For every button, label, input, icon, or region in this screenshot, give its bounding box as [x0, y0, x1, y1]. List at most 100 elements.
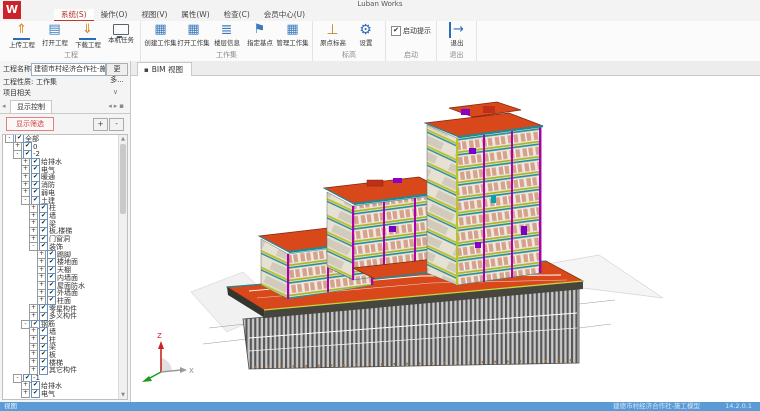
ribbon-group-label: 工程 — [5, 50, 137, 61]
tree-expander-icon[interactable]: + — [21, 389, 30, 398]
menu-tab[interactable]: 属性(W) — [174, 9, 216, 21]
ribbon-button-label: 打开工程 — [42, 38, 68, 47]
model-tree-box: -全部+0--2+给排水+电气+暖通+消防+弱电-土建+柱+墙+梁+板,楼梯+门… — [2, 134, 128, 400]
ribbon-button-layers[interactable]: 楼层信息 — [210, 21, 243, 48]
more-button[interactable]: 更多... — [106, 63, 128, 76]
project-type-label: 工程性质: — [3, 77, 33, 87]
ribbon-group: 上传工程打开工程下载工程本机任务工程 — [2, 21, 141, 61]
ribbon-button-workset-new[interactable]: 创建工作集 — [144, 21, 177, 48]
scroll-down-icon[interactable]: ▼ — [119, 391, 127, 399]
project-name-label: 工程名称: — [3, 64, 33, 74]
ribbon-button-label: 管理工作集 — [276, 38, 308, 47]
ribbon-group-label: 工作集 — [144, 50, 309, 61]
menu-tab[interactable]: 视图(V) — [134, 9, 174, 21]
project-type-value: 工作集 — [36, 77, 57, 87]
tree-item[interactable]: + 电气 — [3, 390, 127, 398]
menu-tab[interactable]: 会员中心(U) — [257, 9, 312, 21]
status-project: 建德市村经济合作社-施工模型 — [613, 402, 700, 411]
ribbon-button-gear[interactable]: 设置 — [349, 21, 382, 48]
computer-icon — [113, 24, 129, 35]
model-tree: -全部+0--2+给排水+电气+暖通+消防+弱电-土建+柱+墙+梁+板,楼梯+门… — [3, 135, 127, 397]
left-panel: 工程名称: 建德市村经济合作社-施工模型 ▾ 更多... 工程性质: 工作集 项… — [0, 61, 131, 402]
tree-label: 其它构件 — [49, 365, 77, 375]
scrollbar-thumb[interactable] — [120, 144, 126, 214]
upload-icon — [13, 22, 30, 40]
open-doc-icon — [48, 22, 60, 38]
ribbon-group-label: 标高 — [316, 50, 382, 61]
bim-model-canvas[interactable]: Z X — [131, 76, 760, 402]
tree-item[interactable]: +墙 — [3, 212, 127, 220]
ribbon-button-label: 下载工程 — [75, 40, 101, 49]
ribbon-button-download[interactable]: 下载工程 — [71, 21, 104, 50]
menu-tabs: 系统(S)操作(O)视图(V)属性(W)检查(C)会员中心(U) — [0, 9, 760, 21]
ribbon-button-upload[interactable]: 上传工程 — [5, 21, 38, 50]
ribbon-button-label: 楼层信息 — [214, 38, 240, 47]
window-title: Luban Works — [0, 0, 760, 9]
viewport-tabstrip: ▪BIM 视图 — [131, 61, 760, 76]
cube-icon: ▪ — [144, 66, 149, 74]
exit-icon — [449, 22, 464, 38]
ribbon-button-workset-open[interactable]: 打开工作集 — [177, 21, 210, 48]
collapse-panel-icon[interactable]: ◂ — [2, 102, 6, 110]
ribbon-button-label: 原点标高 — [320, 38, 346, 47]
axis-x-label: X — [189, 367, 194, 375]
tree-scrollbar[interactable]: ▲ ▼ — [118, 135, 127, 399]
tree-item[interactable]: -土建 — [3, 197, 127, 205]
ribbon-button-computer[interactable]: 本机任务 — [104, 21, 137, 45]
tree-item[interactable]: +板 — [3, 351, 127, 359]
project-name-select[interactable]: 建德市村经济合作社-施工模型 ▾ — [31, 63, 106, 76]
menu-tab[interactable]: 操作(O) — [94, 9, 135, 21]
dropdown-arrow-icon: ▾ — [100, 64, 104, 75]
gear-icon — [359, 22, 372, 38]
workset-new-icon — [154, 22, 166, 38]
tree-item[interactable]: +柱 — [3, 204, 127, 212]
startup-tip-checkbox[interactable]: 启动提示 — [391, 26, 431, 36]
axis-triad: Z X — [142, 332, 194, 382]
menu-tab[interactable]: 系统(S) — [54, 9, 94, 21]
checkbox-icon — [391, 26, 401, 36]
tree-collapse-all-button[interactable]: - — [109, 118, 124, 131]
tree-expand-all-button[interactable]: + — [93, 118, 108, 131]
ribbon-button-label: 创建工作集 — [144, 38, 176, 47]
tree-checkbox[interactable] — [39, 366, 48, 375]
plumb-icon — [326, 22, 338, 38]
menu-tab[interactable]: 检查(C) — [217, 9, 257, 21]
ribbon-button-open-doc[interactable]: 打开工程 — [38, 21, 71, 48]
ribbon-button-label: 指定基点 — [247, 38, 273, 47]
ribbon-button-label: 上传工程 — [9, 40, 35, 49]
tab-pager-icons[interactable]: ◂▸▪ — [108, 102, 126, 110]
ribbon-group: 创建工作集打开工作集楼层信息指定基点管理工作集工作集 — [141, 21, 313, 61]
tree-item[interactable]: +墙 — [3, 328, 127, 336]
ribbon-group-label: 退出 — [440, 50, 473, 61]
luban-logo: W — [3, 1, 21, 19]
chevron-down-icon[interactable]: ∨ — [113, 88, 118, 96]
ribbon-button-label: 本机任务 — [108, 35, 134, 44]
ribbon-button-plumb[interactable]: 原点标高 — [316, 21, 349, 48]
ribbon-button-label: 设置 — [359, 38, 372, 47]
tree-item[interactable]: +柱 — [3, 336, 127, 344]
tree-label: 电气 — [41, 389, 55, 399]
display-filter-button[interactable]: 显示筛选 — [6, 117, 54, 131]
status-left: 视图 — [4, 402, 17, 411]
workset-open-icon — [187, 22, 199, 38]
workset-manage-icon — [286, 22, 298, 38]
tab-bim-view[interactable]: ▪BIM 视图 — [137, 62, 192, 76]
layers-icon — [221, 22, 233, 38]
tree-item[interactable]: +门窗洞 — [3, 235, 127, 243]
download-icon — [79, 22, 96, 40]
ribbon-button-label: 退出 — [450, 38, 463, 47]
ribbon-button-flag[interactable]: 指定基点 — [243, 21, 276, 48]
bim-3d-viewport[interactable]: Z X — [131, 76, 760, 402]
ribbon-button-exit[interactable]: 退出 — [440, 21, 473, 48]
tree-item[interactable]: +梁 — [3, 343, 127, 351]
ribbon-group: 退出退出 — [437, 21, 477, 61]
scroll-up-icon[interactable]: ▲ — [119, 135, 127, 143]
section-project-related[interactable]: 项目相关 — [3, 88, 31, 98]
tree-item[interactable]: -钢筋 — [3, 320, 127, 328]
axis-z-label: Z — [157, 332, 162, 340]
panel-tabstrip: ◂ 显示控制 ◂▸▪ — [0, 100, 130, 114]
tab-display-control[interactable]: 显示控制 — [10, 100, 52, 113]
ribbon-group: 启动提示启动 — [386, 21, 437, 61]
ribbon-button-workset-manage[interactable]: 管理工作集 — [276, 21, 309, 48]
tree-checkbox[interactable] — [31, 389, 40, 398]
